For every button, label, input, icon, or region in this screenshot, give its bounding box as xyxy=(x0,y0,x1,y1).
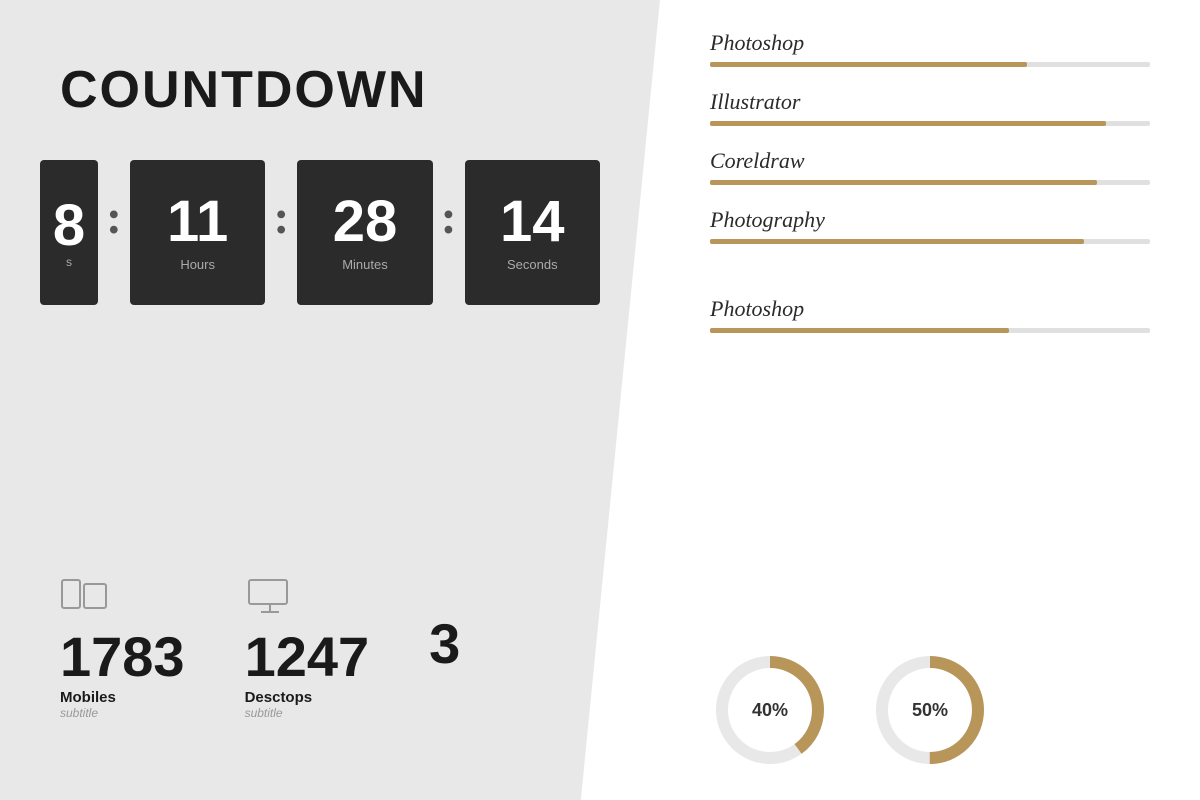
left-panel: COUNTDOWN 8 s : 11 Hours : 28 Minutes : … xyxy=(0,0,660,800)
skill-photoshop-1: Photoshop xyxy=(710,30,1150,67)
skill-name-photoshop-2: Photoshop xyxy=(710,296,1150,322)
donut-50: 50% xyxy=(870,650,990,770)
donut-label-50: 50% xyxy=(912,700,948,721)
partial-number: 3 xyxy=(429,616,460,672)
seconds-unit: 14 Seconds xyxy=(465,160,600,305)
skill-bar-bg-3 xyxy=(710,180,1150,185)
skill-name-illustrator: Illustrator xyxy=(710,89,1150,115)
donut-label-40: 40% xyxy=(752,700,788,721)
minutes-number: 28 xyxy=(333,193,398,251)
days-unit-partial: 8 s xyxy=(40,160,98,305)
countdown-row: 8 s : 11 Hours : 28 Minutes : 14 Seconds xyxy=(40,160,600,305)
skill-bar-fill-5 xyxy=(710,328,1009,333)
mobiles-label: Mobiles xyxy=(60,689,116,706)
colon-3: : xyxy=(441,190,457,245)
desktop-icon xyxy=(245,576,295,621)
mobiles-number: 1783 xyxy=(60,629,185,685)
skill-bar-fill-1 xyxy=(710,62,1027,67)
hours-number: 11 xyxy=(167,193,228,251)
skill-bar-bg-1 xyxy=(710,62,1150,67)
skill-name-photography: Photography xyxy=(710,207,1150,233)
stats-row: 1783 Mobiles subtitle 1247 Desctops subt… xyxy=(60,576,600,750)
skill-bar-bg-4 xyxy=(710,239,1150,244)
desktops-subtitle: subtitle xyxy=(245,706,283,720)
minutes-unit: 28 Minutes xyxy=(297,160,432,305)
skill-bar-fill-3 xyxy=(710,180,1097,185)
hours-label: Hours xyxy=(180,257,215,272)
hours-unit: 11 Hours xyxy=(130,160,265,305)
countdown-title: COUNTDOWN xyxy=(60,60,600,120)
colon-1: : xyxy=(106,190,122,245)
skill-bar-bg-5 xyxy=(710,328,1150,333)
desktops-label: Desctops xyxy=(245,689,313,706)
minutes-label: Minutes xyxy=(342,257,388,272)
skills-section: Photoshop Illustrator Coreldraw Photogra… xyxy=(710,30,1150,630)
mobile-icon xyxy=(60,576,110,621)
days-label: s xyxy=(66,255,72,269)
seconds-number: 14 xyxy=(500,193,565,251)
skill-name-photoshop-1: Photoshop xyxy=(710,30,1150,56)
partial-stat: 3 xyxy=(429,576,460,672)
skill-photography: Photography xyxy=(710,207,1150,244)
skill-bar-bg-2 xyxy=(710,121,1150,126)
skill-bar-fill-4 xyxy=(710,239,1084,244)
donuts-section: 40% 50% xyxy=(710,630,1150,770)
right-panel: Photoshop Illustrator Coreldraw Photogra… xyxy=(660,0,1200,800)
desktops-number: 1247 xyxy=(245,629,370,685)
colon-2: : xyxy=(273,190,289,245)
skill-bar-fill-2 xyxy=(710,121,1106,126)
mobiles-stat: 1783 Mobiles subtitle xyxy=(60,576,185,720)
desktops-stat: 1247 Desctops subtitle xyxy=(245,576,370,720)
skill-name-coreldraw: Coreldraw xyxy=(710,148,1150,174)
seconds-label: Seconds xyxy=(507,257,558,272)
skill-illustrator: Illustrator xyxy=(710,89,1150,126)
donut-40: 40% xyxy=(710,650,830,770)
mobiles-subtitle: subtitle xyxy=(60,706,98,720)
days-number: 8 xyxy=(53,197,85,255)
skill-coreldraw: Coreldraw xyxy=(710,148,1150,185)
skill-photoshop-2: Photoshop xyxy=(710,296,1150,333)
